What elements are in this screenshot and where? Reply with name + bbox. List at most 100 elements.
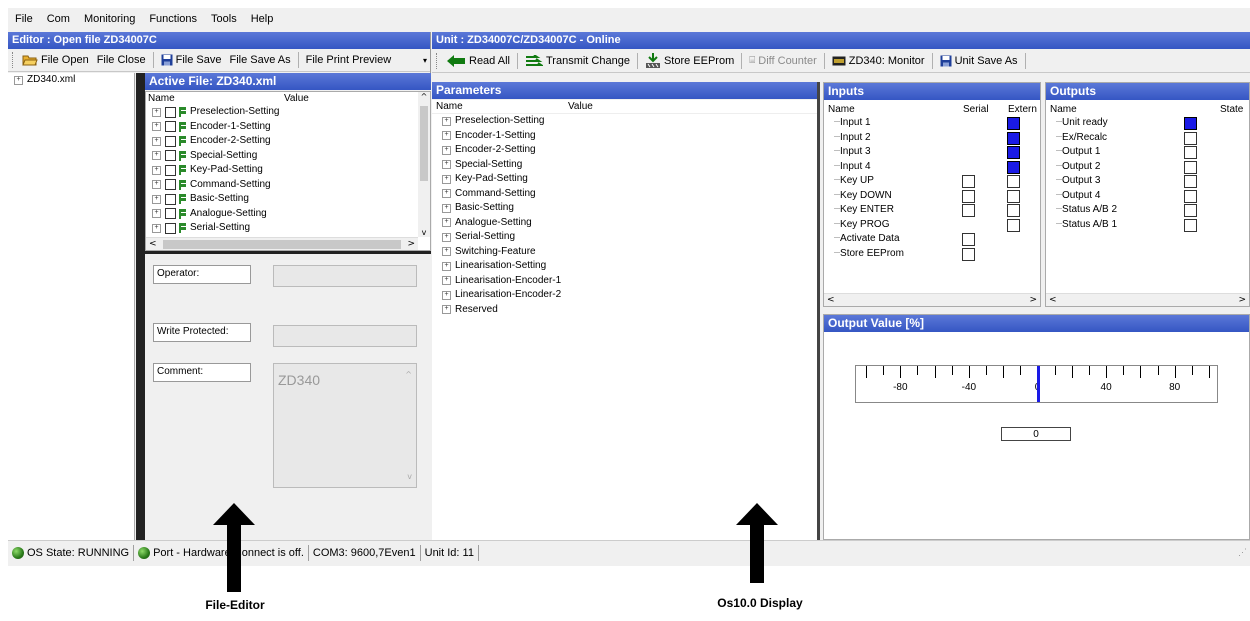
splitter-horizontal[interactable] bbox=[145, 251, 431, 254]
scroll-up-icon[interactable]: ^ bbox=[418, 92, 430, 101]
column-value[interactable]: Value bbox=[568, 100, 593, 113]
scroll-up-icon[interactable]: ^ bbox=[405, 370, 412, 379]
item-checkbox[interactable] bbox=[165, 179, 176, 191]
list-item[interactable]: + Key-Pad-Setting bbox=[442, 172, 817, 187]
item-checkbox[interactable] bbox=[165, 150, 176, 162]
list-item[interactable]: + Basic-Setting bbox=[442, 201, 817, 216]
list-item[interactable]: + Command-Setting bbox=[442, 187, 817, 202]
extern-indicator[interactable] bbox=[1007, 160, 1020, 174]
menu-com[interactable]: Com bbox=[40, 13, 77, 25]
list-item[interactable]: + Encoder-1-Setting bbox=[152, 120, 430, 135]
list-item[interactable]: + Switching-Feature bbox=[442, 245, 817, 260]
expand-icon[interactable]: + bbox=[442, 261, 451, 271]
column-name[interactable]: Name bbox=[828, 104, 855, 115]
diff-counter-button[interactable]: ⌸ Diff Counter bbox=[745, 55, 821, 67]
serial-indicator[interactable] bbox=[962, 233, 975, 246]
toolbar-grip[interactable] bbox=[436, 52, 440, 69]
expand-icon[interactable]: + bbox=[442, 305, 451, 315]
file-close-button[interactable]: File Close bbox=[93, 54, 150, 66]
file-save-as-button[interactable]: File Save As bbox=[225, 54, 294, 66]
column-serial[interactable]: Serial bbox=[963, 103, 989, 116]
file-print-preview-button[interactable]: File Print Preview bbox=[302, 54, 396, 66]
menu-monitoring[interactable]: Monitoring bbox=[77, 13, 142, 25]
toolbar-overflow-icon[interactable]: ▾ bbox=[423, 56, 427, 65]
file-save-button[interactable]: File Save bbox=[157, 54, 226, 66]
expand-icon[interactable]: + bbox=[152, 194, 161, 204]
list-item[interactable]: + Encoder-2-Setting bbox=[442, 143, 817, 158]
monitor-button[interactable]: ZD340: Monitor bbox=[828, 55, 929, 67]
resize-grip-icon[interactable]: ⋰ bbox=[1238, 547, 1247, 558]
operator-field[interactable] bbox=[273, 265, 417, 287]
item-checkbox[interactable] bbox=[165, 208, 176, 220]
expand-icon[interactable]: + bbox=[152, 180, 161, 190]
comment-field[interactable]: ZD340 ^ v bbox=[273, 363, 417, 488]
scroll-down-icon[interactable]: v bbox=[418, 228, 430, 237]
horizontal-scrollbar[interactable]: < > bbox=[824, 293, 1040, 306]
extern-indicator[interactable] bbox=[1007, 189, 1020, 203]
item-checkbox[interactable] bbox=[165, 106, 176, 118]
list-item[interactable]: + Encoder-1-Setting bbox=[442, 129, 817, 144]
serial-indicator[interactable] bbox=[962, 189, 975, 203]
list-item[interactable]: + Basic-Setting bbox=[152, 192, 430, 207]
read-all-button[interactable]: Read All bbox=[442, 54, 514, 67]
horizontal-scrollbar[interactable]: < > bbox=[146, 237, 418, 250]
scroll-right-icon[interactable]: > bbox=[407, 239, 415, 249]
list-item[interactable]: + Encoder-2-Setting bbox=[152, 134, 430, 149]
list-item[interactable]: + Preselection-Setting bbox=[442, 114, 817, 129]
expand-icon[interactable]: + bbox=[442, 203, 451, 213]
column-name[interactable]: Name bbox=[436, 101, 463, 112]
expand-icon[interactable]: + bbox=[442, 218, 451, 228]
expand-icon[interactable]: + bbox=[152, 209, 161, 219]
list-item[interactable]: + Analogue-Setting bbox=[442, 216, 817, 231]
list-item[interactable]: + Serial-Setting bbox=[152, 221, 430, 236]
extern-indicator[interactable] bbox=[1007, 146, 1020, 159]
toolbar-grip[interactable] bbox=[12, 52, 16, 68]
transmit-change-button[interactable]: Transmit Change bbox=[521, 54, 634, 67]
column-name[interactable]: Name bbox=[1050, 104, 1077, 115]
scrollbar-thumb[interactable] bbox=[420, 106, 428, 181]
scroll-right-icon[interactable]: > bbox=[1238, 295, 1246, 305]
item-checkbox[interactable] bbox=[165, 121, 176, 133]
expand-icon[interactable]: + bbox=[442, 145, 451, 155]
list-item[interactable]: + Key-Pad-Setting bbox=[152, 163, 430, 178]
expand-icon[interactable]: + bbox=[442, 247, 451, 257]
expand-icon[interactable]: + bbox=[152, 107, 161, 117]
extern-indicator[interactable] bbox=[1007, 218, 1020, 232]
expand-icon[interactable]: + bbox=[442, 189, 451, 199]
expand-icon[interactable]: + bbox=[14, 75, 23, 85]
list-item[interactable]: + Analogue-Setting bbox=[152, 207, 430, 222]
menu-tools[interactable]: Tools bbox=[204, 13, 244, 25]
expand-icon[interactable]: + bbox=[442, 160, 451, 170]
expand-icon[interactable]: + bbox=[152, 165, 161, 175]
list-item[interactable]: + Linearisation-Encoder-1 bbox=[442, 274, 817, 289]
list-item[interactable]: + Special-Setting bbox=[152, 149, 430, 164]
scroll-right-icon[interactable]: > bbox=[1029, 295, 1037, 305]
item-checkbox[interactable] bbox=[165, 164, 176, 176]
splitter[interactable] bbox=[136, 73, 145, 540]
write-protected-field[interactable] bbox=[273, 325, 417, 347]
expand-icon[interactable]: + bbox=[152, 223, 161, 233]
column-state[interactable]: State bbox=[1220, 103, 1243, 116]
scroll-left-icon[interactable]: < bbox=[827, 295, 835, 305]
column-name[interactable]: Name bbox=[148, 93, 175, 104]
serial-indicator[interactable] bbox=[962, 204, 975, 217]
scroll-left-icon[interactable]: < bbox=[149, 239, 157, 249]
serial-indicator[interactable] bbox=[962, 247, 975, 261]
list-item[interactable]: + Serial-Setting bbox=[442, 230, 817, 245]
item-checkbox[interactable] bbox=[165, 222, 176, 234]
extern-indicator[interactable] bbox=[1007, 131, 1020, 145]
expand-icon[interactable]: + bbox=[442, 174, 451, 184]
menu-functions[interactable]: Functions bbox=[142, 13, 204, 25]
menu-help[interactable]: Help bbox=[244, 13, 281, 25]
list-item[interactable]: + Command-Setting bbox=[152, 178, 430, 193]
file-open-button[interactable]: File Open bbox=[18, 54, 93, 66]
list-item[interactable]: + Linearisation-Encoder-2 bbox=[442, 288, 817, 303]
store-eeprom-button[interactable]: Store EEProm bbox=[641, 52, 738, 69]
column-value[interactable]: Value bbox=[284, 92, 309, 105]
item-checkbox[interactable] bbox=[165, 193, 176, 205]
item-checkbox[interactable] bbox=[165, 135, 176, 147]
expand-icon[interactable]: + bbox=[152, 151, 161, 161]
extern-indicator[interactable] bbox=[1007, 175, 1020, 188]
vertical-scrollbar[interactable]: ^ v bbox=[418, 92, 430, 237]
extern-indicator[interactable] bbox=[1007, 204, 1020, 217]
